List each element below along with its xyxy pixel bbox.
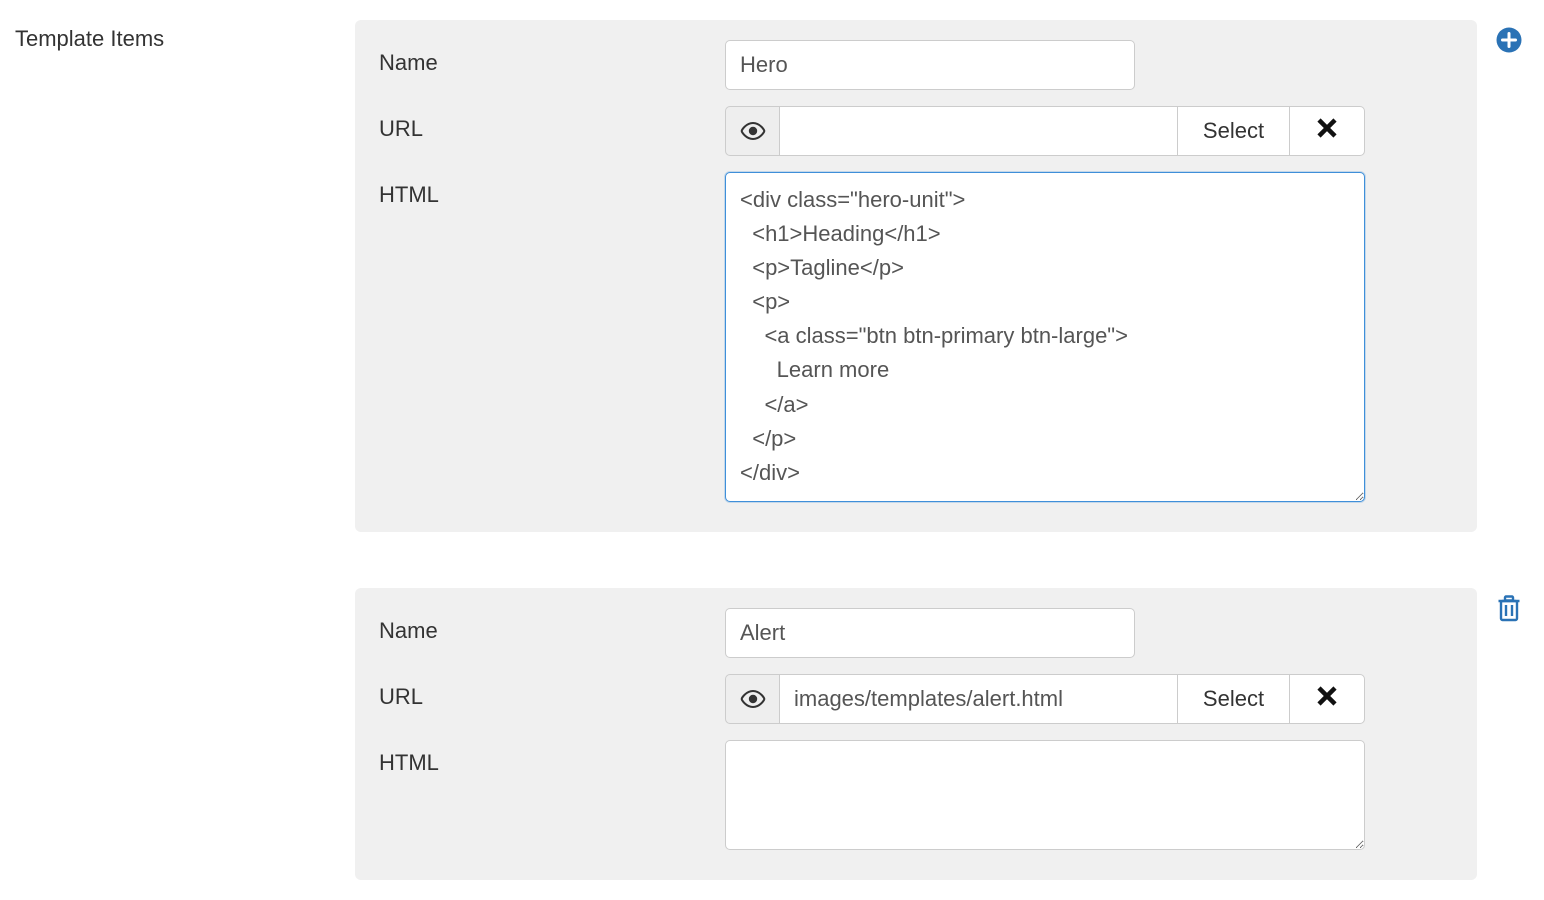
template-items-list: Name URL Sele [355, 20, 1529, 880]
name-input[interactable] [725, 608, 1135, 658]
eye-icon[interactable] [725, 106, 779, 156]
template-item: Name URL Sele [355, 20, 1529, 532]
close-icon [1316, 117, 1338, 145]
select-button[interactable]: Select [1177, 674, 1289, 724]
delete-item-button[interactable] [1496, 594, 1522, 625]
template-item-panel: Name URL Sele [355, 20, 1477, 532]
url-input[interactable] [779, 674, 1177, 724]
trash-icon [1496, 594, 1522, 625]
item-action [1489, 588, 1529, 625]
html-label: HTML [379, 740, 725, 776]
url-label: URL [379, 674, 725, 710]
name-label: Name [379, 608, 725, 644]
html-label: HTML [379, 172, 725, 208]
eye-icon[interactable] [725, 674, 779, 724]
close-icon [1316, 685, 1338, 713]
add-item-button[interactable] [1495, 26, 1523, 57]
url-input-group: Select [725, 106, 1365, 156]
html-textarea[interactable] [725, 740, 1365, 850]
name-input[interactable] [725, 40, 1135, 90]
select-button[interactable]: Select [1177, 106, 1289, 156]
clear-url-button[interactable] [1289, 674, 1365, 724]
section-label: Template Items [15, 20, 335, 52]
name-label: Name [379, 40, 725, 76]
url-label: URL [379, 106, 725, 142]
template-item-panel: Name URL Sele [355, 588, 1477, 880]
item-action [1489, 20, 1529, 57]
html-textarea[interactable] [725, 172, 1365, 502]
plus-circle-icon [1495, 26, 1523, 57]
url-input[interactable] [779, 106, 1177, 156]
template-item: Name URL Sele [355, 588, 1529, 880]
url-input-group: Select [725, 674, 1365, 724]
clear-url-button[interactable] [1289, 106, 1365, 156]
